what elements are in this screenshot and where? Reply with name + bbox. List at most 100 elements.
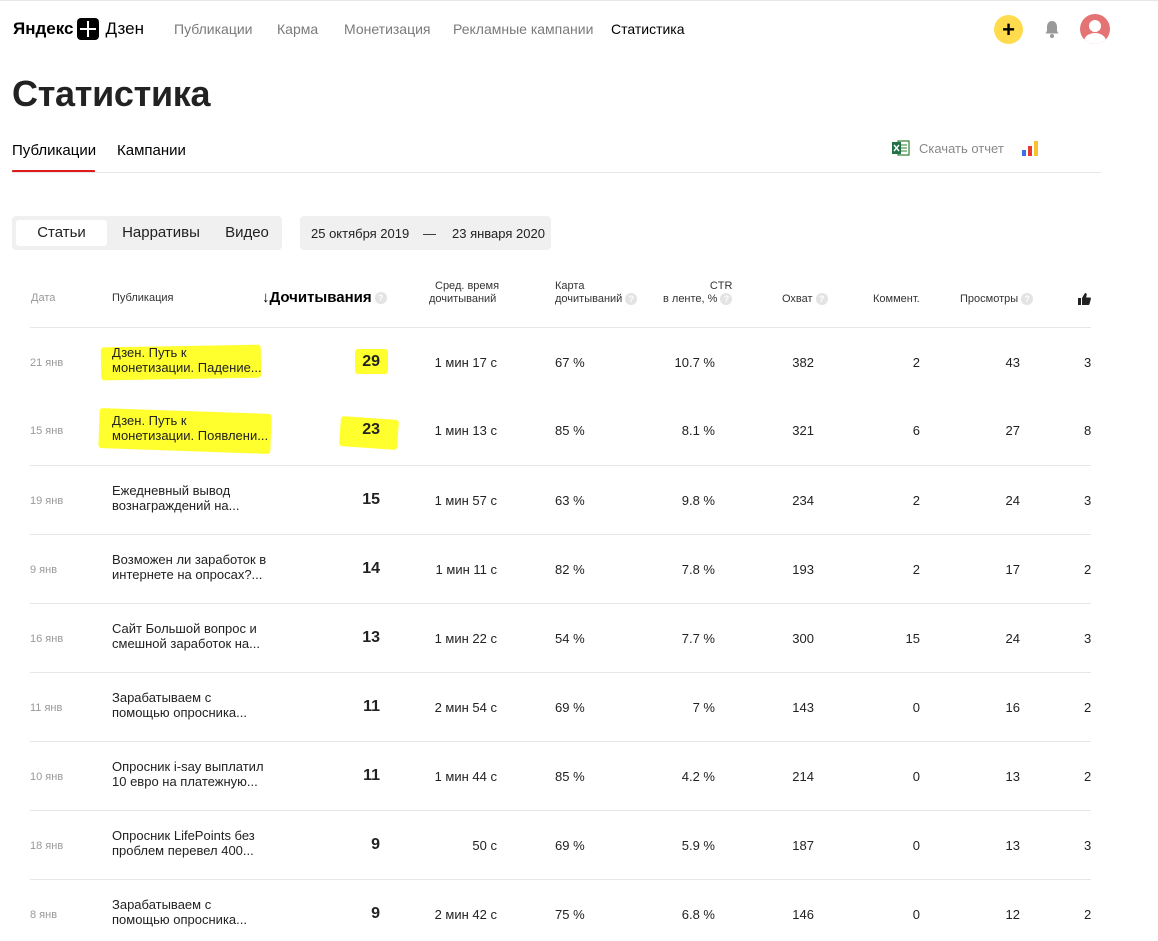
col-avg-time-2: дочитываний (429, 293, 497, 305)
title-line-1: Дзен. Путь к (112, 345, 187, 360)
col-read-map[interactable]: Карта дочитываний? (555, 280, 638, 306)
cell-views: 13 (1005, 838, 1020, 853)
chart-icon[interactable] (1022, 141, 1038, 156)
cell-publication-title[interactable]: Опросник i-say выплатил 10 евро на платеж… (112, 759, 272, 789)
cell-avg-time: 2 мин 54 с (434, 700, 497, 715)
col-map-2: дочитываний (555, 293, 623, 305)
col-ctr[interactable]: CTR в ленте, %? (663, 280, 733, 306)
nav-monetization[interactable]: Монетизация (344, 21, 431, 37)
cell-publication-title[interactable]: Зарабатываем с помощью опросника... (112, 690, 272, 720)
col-comments[interactable]: Коммент. (873, 293, 920, 306)
help-icon[interactable]: ? (374, 292, 387, 305)
cell-ctr: 9.8 % (681, 493, 715, 508)
date-range-picker[interactable]: 25 октября 2019 — 23 января 2020 (300, 216, 551, 250)
cell-views: 13 (1005, 769, 1020, 784)
cell-publication-title[interactable]: Зарабатываем с помощью опросника... (112, 897, 272, 927)
cell-publication-title[interactable]: Сайт Большой вопрос и смешной заработок н… (112, 621, 272, 651)
cell-likes: 3 (1084, 631, 1092, 646)
cell-read-map: 54 % (555, 631, 585, 646)
cell-read-map: 75 % (555, 907, 585, 922)
cell-reads: 9 (371, 905, 380, 922)
help-icon[interactable]: ? (625, 293, 638, 306)
table-row[interactable]: 10 янв Опросник i-say выплатил 10 евро на … (30, 741, 1091, 810)
cell-read-map: 85 % (555, 423, 585, 438)
cell-date: 9 янв (30, 564, 58, 576)
nav-ad-campaigns[interactable]: Рекламные кампании (453, 21, 593, 37)
cell-publication-title[interactable]: Дзен. Путь к монетизации. Появлени... (112, 413, 272, 443)
cell-likes: 8 (1084, 423, 1092, 438)
table-row[interactable]: 15 янв Дзен. Путь к монетизации. Появлени.… (30, 396, 1091, 465)
segment-video[interactable]: Видео (215, 220, 279, 246)
col-date[interactable]: Дата (31, 292, 55, 305)
cell-publication-title[interactable]: Дзен. Путь к монетизации. Падение... (112, 345, 272, 375)
cell-date: 21 янв (30, 357, 64, 369)
table-row[interactable]: 16 янв Сайт Большой вопрос и смешной зараб… (30, 603, 1091, 672)
avatar[interactable] (1080, 14, 1110, 44)
cell-avg-time: 50 с (472, 838, 497, 853)
date-separator: — (423, 226, 436, 241)
cell-views: 12 (1005, 907, 1020, 922)
help-icon[interactable]: ? (1021, 293, 1034, 306)
col-reach[interactable]: Охват? (782, 293, 828, 306)
col-publication[interactable]: Публикация (112, 292, 173, 305)
col-avg-time[interactable]: Сред. время дочитываний (429, 280, 499, 306)
cell-comments: 0 (912, 907, 920, 922)
cell-avg-time: 1 мин 17 с (434, 355, 497, 370)
cell-publication-title[interactable]: Возможен ли заработок в интернете на опро… (112, 552, 272, 582)
table-row[interactable]: 18 янв Опросник LifePoints без проблем пер… (30, 810, 1091, 879)
table-row[interactable]: 8 янв Зарабатываем с помощью опросника... 9… (30, 879, 1091, 941)
cell-read-map: 67 % (555, 355, 585, 370)
cell-read-map: 85 % (555, 769, 585, 784)
col-views[interactable]: Просмотры? (960, 293, 1034, 306)
thumbs-up-icon[interactable] (1078, 293, 1091, 305)
cell-avg-time: 1 мин 57 с (434, 493, 497, 508)
download-report-button[interactable]: Скачать отчет (892, 140, 1004, 156)
date-from: 25 октября 2019 (311, 226, 410, 241)
table-row[interactable]: 11 янв Зарабатываем с помощью опросника...… (30, 672, 1091, 741)
segment-narratives[interactable]: Нарративы (111, 220, 211, 246)
cell-date: 15 янв (30, 425, 64, 437)
segment-articles[interactable]: Статьи (16, 220, 107, 246)
title-line-1: Зарабатываем с (112, 690, 212, 705)
col-views-label: Просмотры (960, 293, 1019, 305)
cell-reads: 23 (362, 421, 380, 438)
table-row[interactable]: 19 янв Ежедневный вывод вознаграждений на.… (30, 465, 1091, 534)
col-reads[interactable]: ↓Дочитывания? (262, 289, 387, 306)
cell-ctr: 10.7 % (674, 355, 715, 370)
plus-icon: + (1002, 16, 1015, 42)
cell-date: 18 янв (30, 840, 64, 852)
help-icon[interactable]: ? (720, 293, 733, 306)
tabs-divider (12, 172, 1101, 173)
yandex-zen-logo[interactable]: Яндекс Дзен (13, 18, 144, 40)
excel-icon (892, 140, 910, 156)
table-row[interactable]: 21 янв Дзен. Путь к монетизации. Падение..… (30, 327, 1091, 396)
cell-views: 17 (1005, 562, 1020, 577)
title-line-2: интернете на опросах?... (112, 567, 263, 582)
cell-date: 10 янв (30, 771, 64, 783)
nav-statistics[interactable]: Статистика (611, 21, 685, 37)
cell-publication-title[interactable]: Опросник LifePoints без проблем перевел 4… (112, 828, 272, 858)
cell-comments: 6 (912, 423, 920, 438)
cell-comments: 0 (912, 769, 920, 784)
nav-karma[interactable]: Карма (277, 21, 318, 37)
cell-reads: 14 (362, 560, 380, 577)
cell-likes: 3 (1084, 838, 1092, 853)
create-button[interactable]: + (994, 15, 1023, 44)
tab-campaigns[interactable]: Кампании (117, 142, 186, 159)
brand-yandex: Яндекс (13, 19, 74, 38)
cell-comments: 15 (905, 631, 920, 646)
page-title: Статистика (12, 73, 211, 114)
cell-reads: 13 (362, 629, 380, 646)
col-reads-label: ↓Дочитывания (262, 289, 372, 306)
tab-publications[interactable]: Публикации (12, 142, 96, 159)
cell-reach: 382 (792, 355, 814, 370)
table-row[interactable]: 9 янв Возможен ли заработок в интернете на… (30, 534, 1091, 603)
nav-publications[interactable]: Публикации (174, 21, 252, 37)
cell-reach: 321 (792, 423, 814, 438)
help-icon[interactable]: ? (815, 293, 828, 306)
cell-publication-title[interactable]: Ежедневный вывод вознаграждений на... (112, 483, 272, 513)
cell-ctr: 7 % (692, 700, 715, 715)
zen-star-icon (77, 18, 100, 40)
bell-icon[interactable] (1044, 19, 1060, 39)
col-ctr-1: CTR (709, 280, 733, 292)
